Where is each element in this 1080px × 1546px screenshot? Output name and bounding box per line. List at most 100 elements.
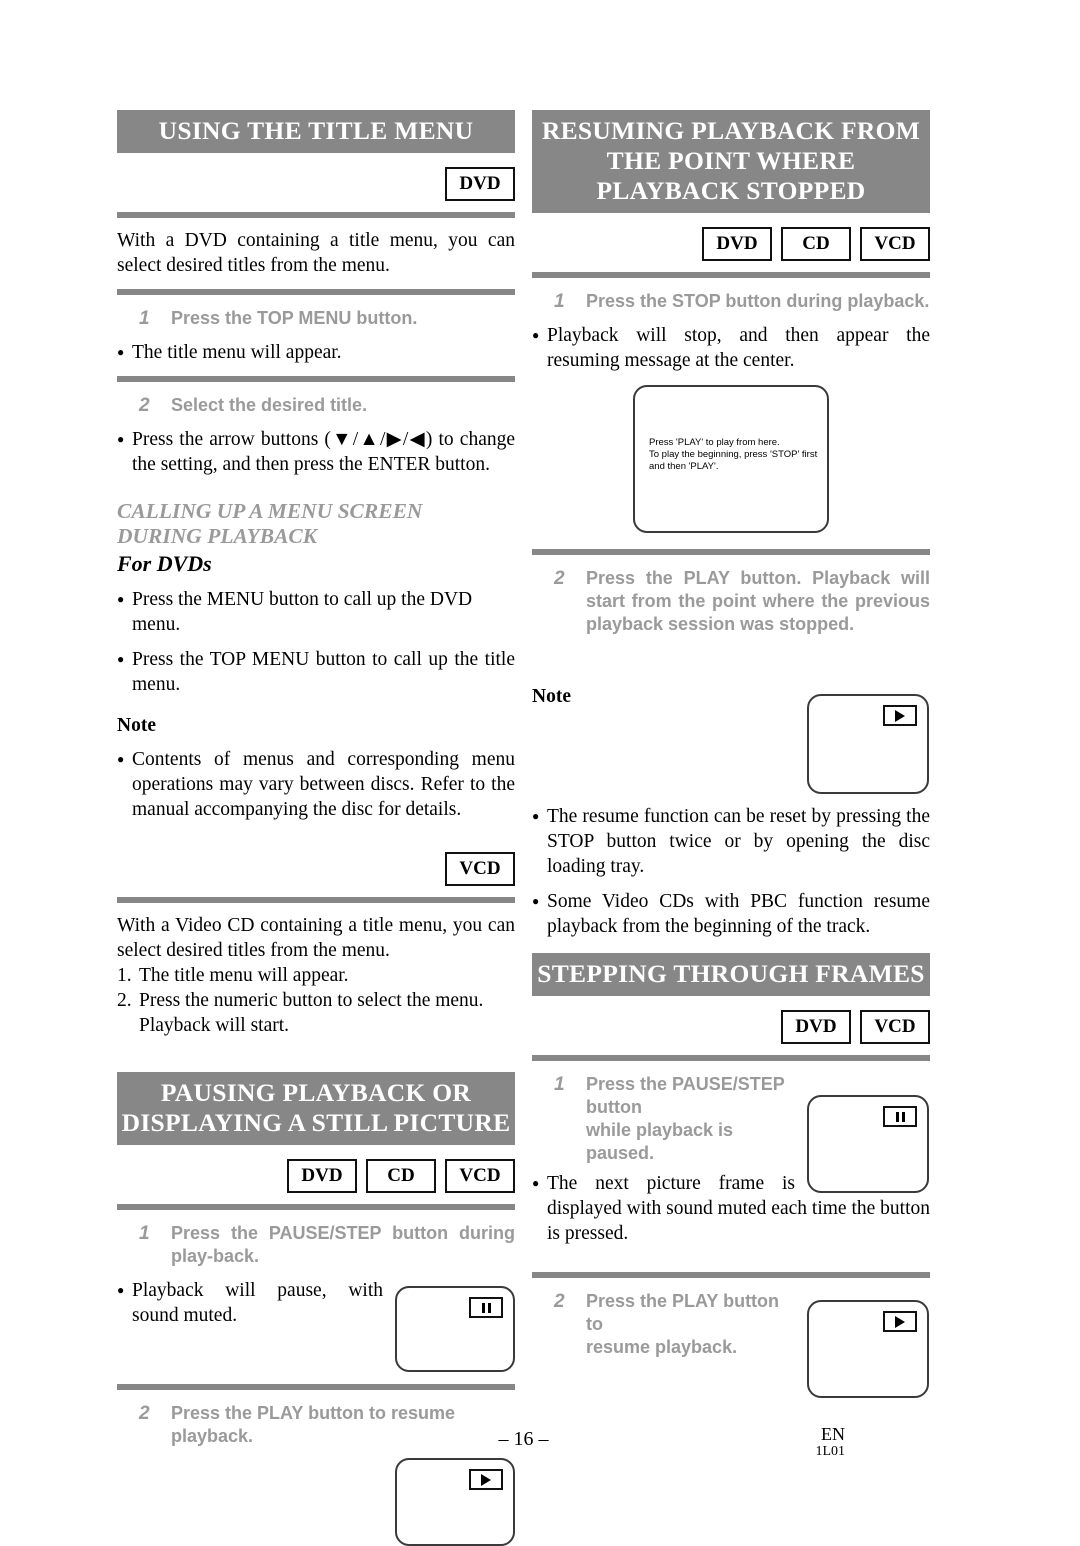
step-1-bullet: The title menu will appear. (117, 339, 515, 366)
banner-line: USING THE TITLE MENU (158, 116, 474, 145)
step-1-stop-button: 1 Press the STOP button during playback. (532, 290, 930, 313)
banner-line: STEPPING THROUGH FRAMES (537, 959, 925, 988)
step-number: 1 (554, 1074, 565, 1095)
subheading-line-2: DURING PLAYBACK (117, 524, 318, 548)
divider-rule (532, 549, 930, 555)
badge-dvd: DVD (287, 1159, 357, 1193)
section-banner-resuming-playback: RESUMING PLAYBACK FROM THE POINT WHERE P… (532, 110, 930, 213)
step-text: Press the STOP button during playback. (586, 291, 930, 311)
badge-dvd: DVD (781, 1010, 851, 1044)
resume-message-line: To play the beginning, press 'STOP' firs… (649, 449, 818, 460)
disc-badges-dvd-vcd: DVD VCD (532, 1010, 930, 1044)
divider-rule (532, 1272, 930, 1278)
step-text-line-1: Press the PAUSE/STEP button (586, 1074, 785, 1117)
divider-rule (117, 289, 515, 295)
divider-rule (532, 272, 930, 278)
play-icon (883, 705, 917, 726)
subheading-for-dvds: For DVDs (117, 551, 212, 576)
step-1-bullet: Playback will pause, with sound muted. (117, 1277, 515, 1328)
step-number: 1 (554, 291, 565, 312)
badge-vcd: VCD (860, 1010, 930, 1044)
step-2-play-resume: 2 Press the PLAY button to resume playba… (532, 1290, 795, 1359)
vcd-numbered-list: 1. The title menu will appear. 2. Press … (117, 963, 515, 1038)
pause-icon (883, 1106, 917, 1127)
list-number: 2. (117, 990, 132, 1011)
left-column: USING THE TITLE MENU DVD With a DVD cont… (117, 110, 515, 1546)
badge-vcd: VCD (445, 1159, 515, 1193)
list-item: 1. The title menu will appear. (117, 963, 515, 988)
banner-line: DISPLAYING A STILL PICTURE (121, 1108, 511, 1137)
badge-cd: CD (781, 227, 851, 261)
badge-cd: CD (366, 1159, 436, 1193)
step-1-pause-step: 1 Press the PAUSE/STEP button during pla… (117, 1222, 515, 1268)
divider-rule (117, 376, 515, 382)
list-text: The title menu will appear. (139, 965, 349, 986)
subheading-line-1: CALLING UP A MENU SCREEN (117, 499, 423, 523)
divider-rule (117, 897, 515, 903)
right-column: RESUMING PLAYBACK FROM THE POINT WHERE P… (532, 110, 930, 1398)
step-text: Press the PAUSE/STEP button while playba… (586, 1073, 795, 1165)
tv-screen-resume-message: Press 'PLAY' to play from here. To play … (633, 385, 829, 533)
resume-message-line: Press 'PLAY' to play from here. (649, 437, 780, 448)
note-bullet: The resume function can be reset by pres… (532, 803, 930, 879)
step-number: 2 (554, 1291, 565, 1312)
dvd-bullet-menu: Press the MENU button to call up the DVD… (117, 586, 515, 637)
tv-screen-play-preview (395, 1458, 515, 1546)
list-item: 2. Press the numeric button to select th… (117, 988, 515, 1038)
disc-badges-vcd: VCD (117, 852, 515, 886)
step-number: 2 (554, 568, 565, 589)
step-text: Press the PAUSE/STEP button during play-… (171, 1223, 515, 1266)
step-1-bullet: Playback will stop, and then appear the … (532, 322, 930, 373)
step-2-play-button: 2 Press the PLAY button. Playback will s… (532, 567, 930, 636)
tv-screen-play-preview (807, 1300, 929, 1398)
badge-dvd: DVD (702, 227, 772, 261)
subheading-calling-up-menu: CALLING UP A MENU SCREEN DURING PLAYBACK (117, 499, 515, 549)
footer-codes: EN 1L01 (815, 1424, 845, 1460)
note-bullet: Contents of menus and corresponding menu… (117, 746, 515, 822)
list-text: Press the numeric button to select the m… (139, 990, 484, 1036)
badge-dvd: DVD (445, 167, 515, 201)
page-number-footer: – 16 – (498, 1428, 549, 1450)
step-2-select-title: 2 Select the desired title. (117, 394, 515, 417)
step-1-top-menu: 1 Press the TOP MENU button. (117, 307, 515, 330)
resume-message-text: Press 'PLAY' to play from here. To play … (649, 437, 819, 473)
section-intro-text: With a DVD containing a title menu, you … (117, 230, 515, 276)
list-number: 1. (117, 965, 132, 986)
note-label: Note (117, 715, 156, 736)
play-icon (883, 1311, 917, 1332)
step-number: 1 (139, 308, 150, 329)
step-text: Press the TOP MENU button. (171, 308, 418, 328)
section-banner-stepping-through-frames: STEPPING THROUGH FRAMES (532, 953, 930, 996)
step-text-line-1: Press the PLAY button to (586, 1291, 780, 1334)
step-text: Press the PLAY button. Playback will sta… (586, 568, 930, 634)
step-1-pause-step-while-paused: 1 Press the PAUSE/STEP button while play… (532, 1073, 795, 1165)
badge-vcd: VCD (860, 227, 930, 261)
banner-line: PLAYBACK STOPPED (596, 176, 866, 205)
step-1-bullet: The next picture frame is displayed with… (532, 1170, 930, 1246)
section-banner-using-the-title-menu: USING THE TITLE MENU (117, 110, 515, 153)
divider-rule (117, 1384, 515, 1390)
banner-line: THE POINT WHERE (606, 146, 856, 175)
disc-badges-dvd-cd-vcd: DVD CD VCD (117, 1159, 515, 1193)
divider-rule (117, 1204, 515, 1210)
divider-rule (117, 212, 515, 218)
step-2-bullet: Press the arrow buttons (▼/▲/▶/◀) to cha… (117, 426, 515, 477)
section-banner-pausing-playback: PAUSING PLAYBACK OR DISPLAYING A STILL P… (117, 1072, 515, 1145)
note-bullet: Some Video CDs with PBC function resume … (532, 888, 930, 939)
step-text-line-2: while playback is paused. (586, 1120, 734, 1163)
play-icon (469, 1469, 503, 1490)
banner-line: RESUMING PLAYBACK FROM (541, 116, 921, 145)
language-code: EN (821, 1424, 845, 1444)
revision-code: 1L01 (815, 1444, 845, 1459)
step-text-line-2: resume playback. (586, 1337, 738, 1357)
step-text: Press the PLAY button to resume playback… (586, 1290, 795, 1359)
resume-message-line: and then 'PLAY'. (649, 461, 719, 472)
step-text: Select the desired title. (171, 395, 368, 415)
divider-rule (532, 1055, 930, 1061)
vcd-intro-text: With a Video CD containing a title menu,… (117, 915, 515, 961)
step-number: 1 (139, 1223, 150, 1244)
dvd-bullet-top-menu: Press the TOP MENU button to call up the… (117, 646, 515, 697)
disc-badges-dvd: DVD (117, 167, 515, 201)
tv-screen-play-preview (807, 694, 929, 794)
badge-vcd: VCD (445, 852, 515, 886)
